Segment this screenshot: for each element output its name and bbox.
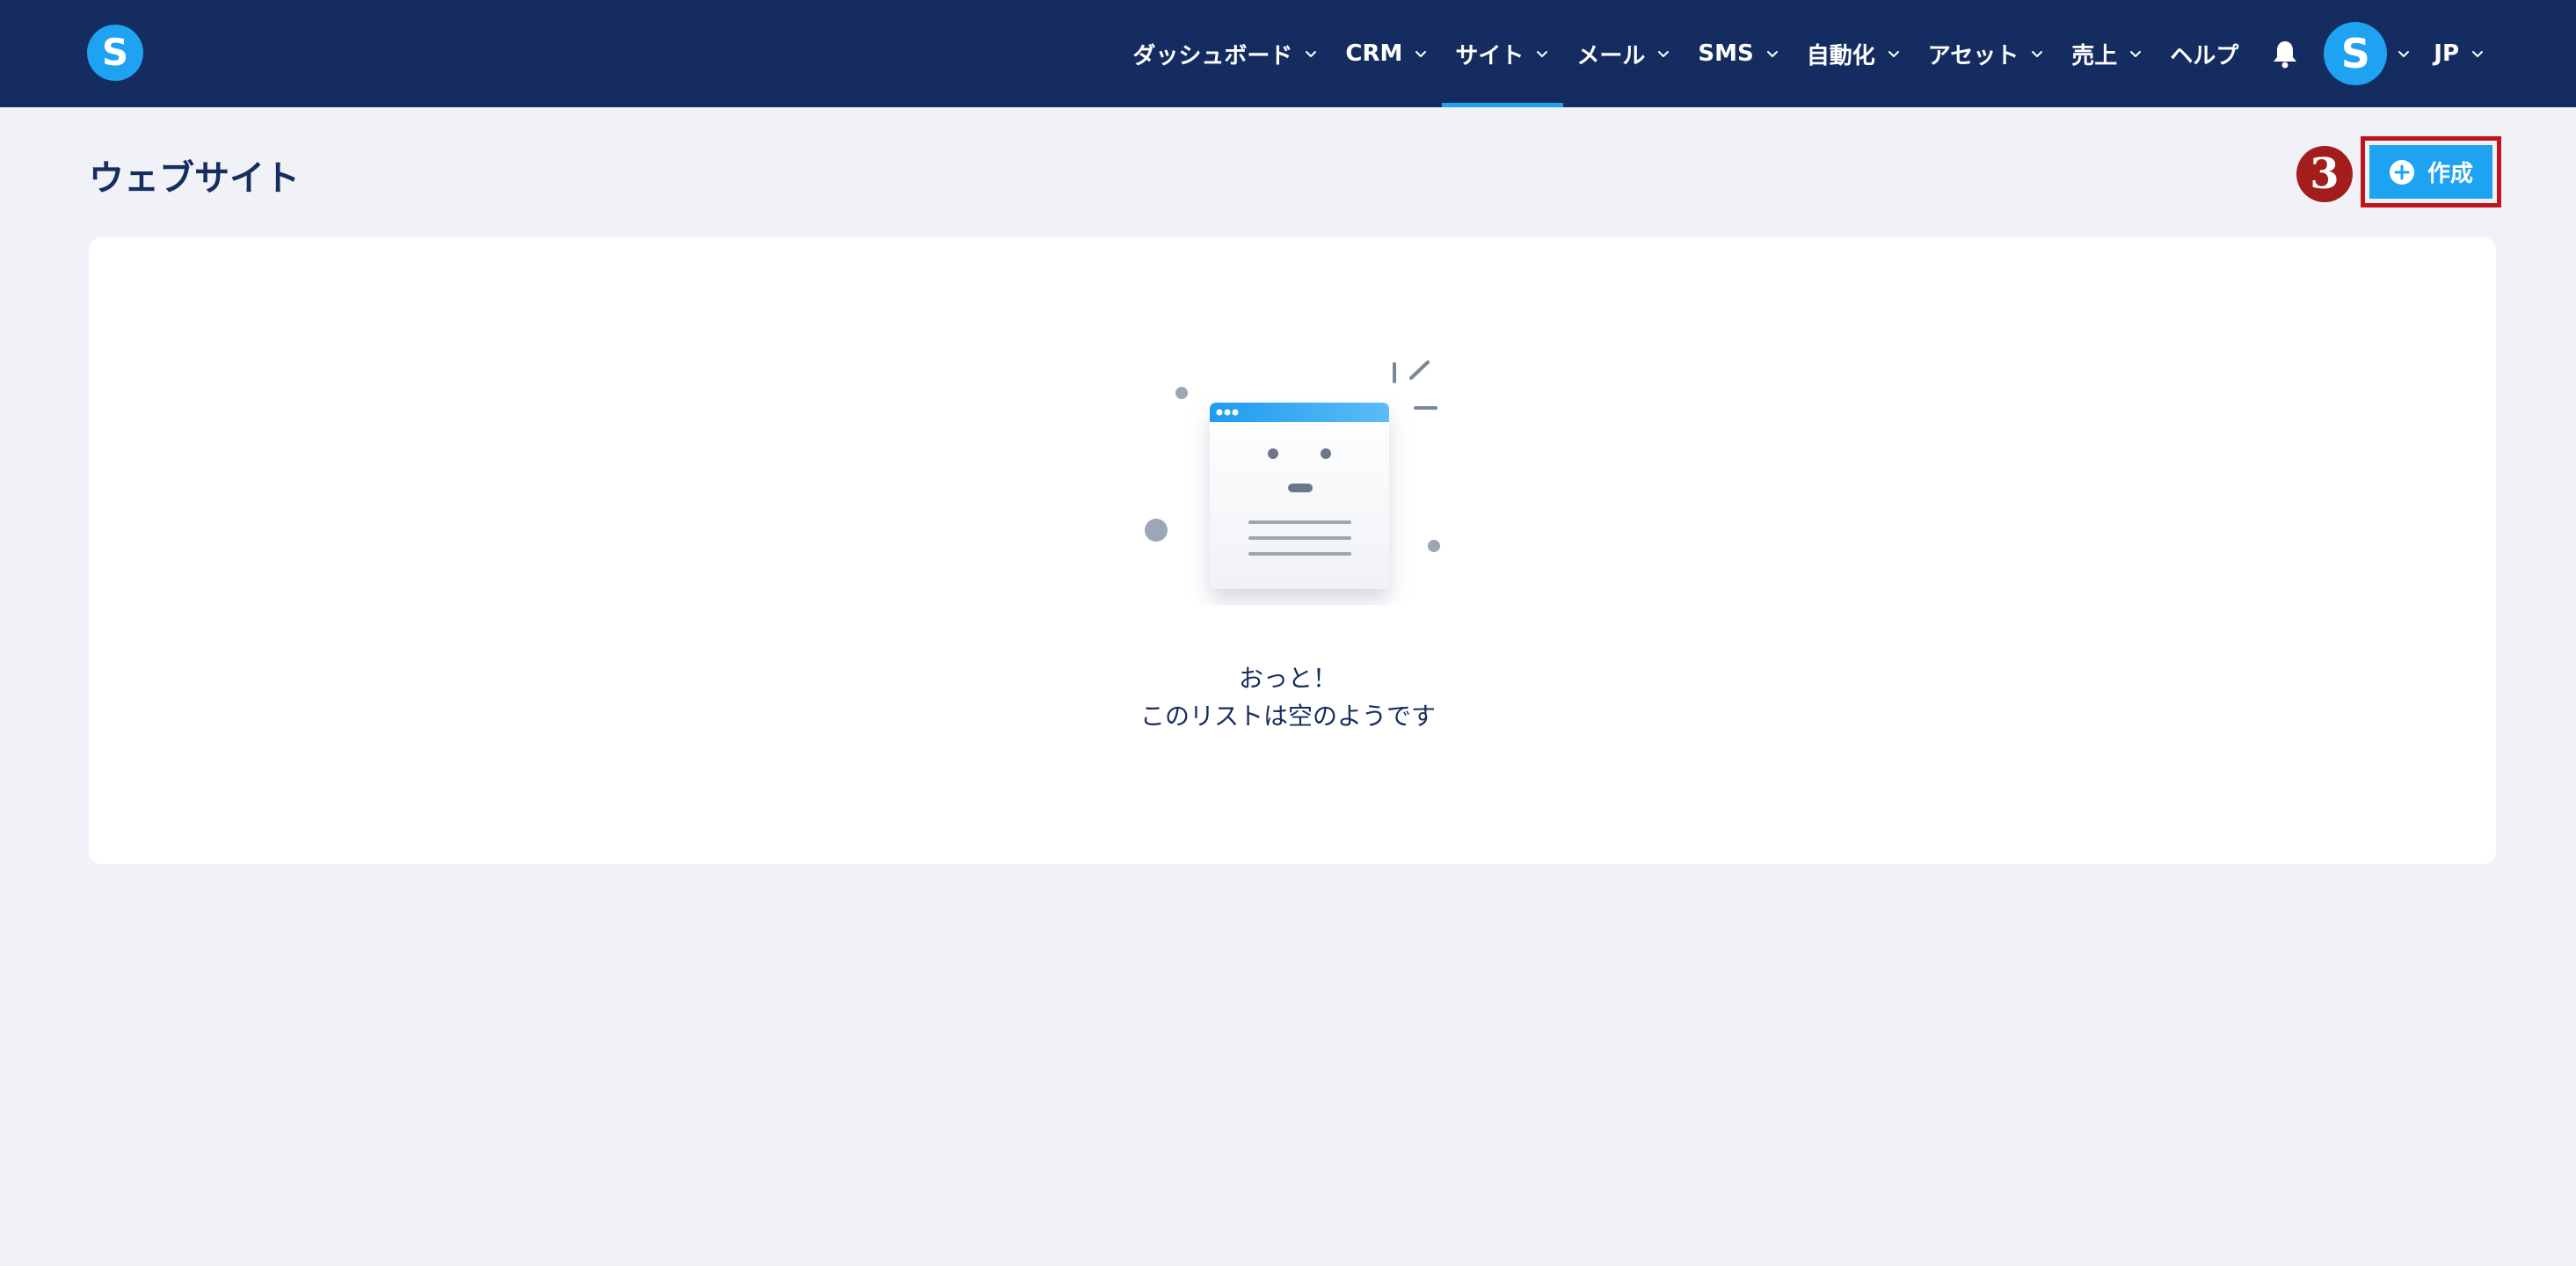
nav-item-label: 売上 bbox=[2071, 42, 2118, 69]
notifications-button[interactable] bbox=[2269, 38, 2301, 69]
user-menu[interactable]: S bbox=[2320, 0, 2420, 107]
main-nav: ダッシュボード CRM サイト メール SMS 自動化 アセット 売上 ヘルプ … bbox=[1119, 0, 2499, 107]
app-logo[interactable]: S bbox=[87, 25, 143, 81]
step-number-badge: 3 bbox=[2296, 146, 2353, 202]
nav-item-label: CRM bbox=[1345, 40, 1403, 67]
chevron-down-icon bbox=[1766, 51, 1778, 57]
empty-list-illustration bbox=[1145, 360, 1440, 589]
chevron-down-icon bbox=[1537, 51, 1548, 57]
empty-state-title: おっと！ bbox=[1238, 664, 1337, 693]
nav-item-email[interactable]: メール bbox=[1563, 0, 1685, 107]
avatar: S bbox=[2324, 22, 2388, 85]
nav-item-help[interactable]: ヘルプ bbox=[2157, 0, 2252, 107]
nav-item-label: SMS bbox=[1698, 40, 1754, 67]
nav-item-sites[interactable]: サイト bbox=[1442, 0, 1564, 107]
create-button-label: 作成 bbox=[2427, 160, 2473, 186]
chevron-down-icon bbox=[1888, 51, 1899, 57]
bell-icon bbox=[2274, 41, 2297, 69]
nav-item-sales[interactable]: 売上 bbox=[2058, 0, 2157, 107]
chevron-down-icon bbox=[2472, 51, 2483, 57]
chevron-down-icon bbox=[2398, 51, 2410, 57]
nav-item-label: アセット bbox=[1927, 42, 2019, 69]
nav-item-sms[interactable]: SMS bbox=[1685, 0, 1793, 107]
page-title: ウェブサイト bbox=[89, 158, 300, 199]
empty-state-subtitle: このリストは空のようです bbox=[1139, 702, 1436, 731]
create-button[interactable]: 作成 bbox=[2369, 145, 2492, 199]
nav-item-label: ヘルプ bbox=[2170, 42, 2239, 69]
chevron-down-icon bbox=[1415, 51, 1427, 57]
nav-item-dashboard[interactable]: ダッシュボード bbox=[1119, 0, 1332, 107]
chevron-down-icon bbox=[1658, 51, 1670, 57]
nav-item-crm[interactable]: CRM bbox=[1332, 0, 1442, 107]
nav-item-automation[interactable]: 自動化 bbox=[1794, 0, 1915, 107]
language-selector[interactable]: JP bbox=[2420, 0, 2499, 107]
nav-item-label: 自動化 bbox=[1806, 42, 1875, 69]
chevron-down-icon bbox=[2032, 51, 2043, 57]
nav-item-label: メール bbox=[1576, 42, 1646, 69]
chevron-down-icon bbox=[1306, 51, 1317, 57]
language-label: JP bbox=[2434, 40, 2459, 67]
chevron-down-icon bbox=[2130, 51, 2142, 57]
plus-circle-icon bbox=[2389, 159, 2414, 185]
nav-item-label: ダッシュボード bbox=[1132, 42, 1293, 69]
nav-item-assets[interactable]: アセット bbox=[1915, 0, 2058, 107]
nav-item-label: サイト bbox=[1455, 42, 1524, 69]
top-navigation-bar: S ダッシュボード CRM サイト メール SMS 自動化 アセット 売上 ヘル… bbox=[0, 0, 2576, 107]
